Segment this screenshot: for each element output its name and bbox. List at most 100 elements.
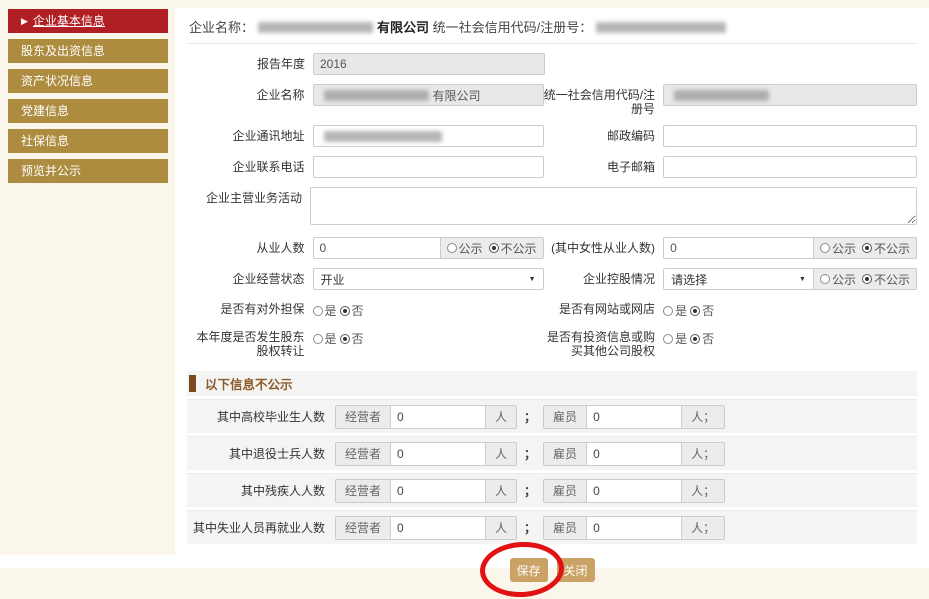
private-section-header: 以下信息不公示 — [187, 371, 917, 396]
no-option[interactable]: 否 — [352, 304, 364, 318]
investment-label: 是否有投资信息或购买其他公司股权 — [544, 329, 664, 358]
separator-text: ； — [524, 519, 536, 536]
sidebar-item-label: 企业基本信息 — [33, 14, 105, 28]
redacted-company-name-value — [324, 90, 429, 101]
page-header: 企业名称：有限公司 统一社会信用代码/注册号： — [187, 8, 917, 44]
yes-radio[interactable] — [313, 334, 323, 344]
publicize-option[interactable]: 公示 — [832, 271, 856, 288]
publicize-radio[interactable] — [820, 243, 830, 253]
operator-count-input[interactable] — [390, 516, 486, 540]
employee-count-input[interactable] — [586, 516, 682, 540]
unit-end-addon: 人； — [682, 516, 725, 540]
employee-count-input[interactable] — [586, 442, 682, 466]
redacted-credit-code-value — [674, 90, 769, 101]
no-option[interactable]: 否 — [702, 304, 714, 318]
not-publicize-option[interactable]: 不公示 — [874, 240, 910, 257]
company-name-input: 有限公司 — [313, 84, 544, 106]
company-name-suffix: 有限公司 — [377, 20, 429, 35]
holding-status-publicity-options: 公示 不公示 — [814, 268, 917, 290]
private-row-reemployed: 其中失业人员再就业人数 经营者 人 ； 雇员 人； — [187, 510, 917, 544]
report-year-label: 报告年度 — [187, 53, 313, 71]
publicize-option[interactable]: 公示 — [832, 240, 856, 257]
no-radio[interactable] — [340, 306, 350, 316]
main-business-label: 企业主营业务活动 — [187, 187, 310, 205]
equity-transfer-label: 本年度是否发生股东股权转让 — [187, 329, 313, 358]
sidebar-item-label: 资产状况信息 — [21, 74, 93, 88]
employee-count-input[interactable] — [313, 237, 441, 259]
yes-option[interactable]: 是 — [675, 304, 687, 318]
sidebar-item-preview-publish[interactable]: 预览并公示 — [8, 159, 168, 183]
main-panel: 企业名称：有限公司 统一社会信用代码/注册号： 报告年度 2016 企业名称 有… — [175, 8, 929, 568]
row-label: 其中高校毕业生人数 — [187, 408, 335, 425]
employee-addon: 雇员 — [543, 405, 586, 429]
credit-code-field-label: 统一社会信用代码/注册号 — [544, 84, 664, 116]
unit-addon: 人 — [486, 479, 517, 503]
business-status-select[interactable]: 开业 ▼ — [313, 268, 544, 290]
sidebar-item-label: 股东及出资信息 — [21, 44, 105, 58]
company-name-suffix-text: 有限公司 — [433, 87, 481, 104]
no-radio[interactable] — [340, 334, 350, 344]
phone-input[interactable] — [313, 156, 544, 178]
redacted-address-value — [324, 131, 442, 142]
redacted-company-name — [258, 22, 373, 33]
email-input[interactable] — [663, 156, 917, 178]
yes-radio[interactable] — [663, 334, 673, 344]
main-business-textarea[interactable] — [310, 187, 917, 225]
yes-option[interactable]: 是 — [325, 332, 337, 346]
employee-count-publicity-options: 公示 不公示 — [441, 237, 544, 259]
not-publicize-radio[interactable] — [862, 274, 872, 284]
chevron-down-icon: ▼ — [799, 276, 806, 283]
employee-count-label: 从业人数 — [187, 237, 313, 255]
sidebar-item-party-building[interactable]: 党建信息 — [8, 99, 168, 123]
operator-addon: 经营者 — [335, 442, 390, 466]
website-label: 是否有网站或网店 — [544, 301, 664, 316]
redacted-credit-code — [596, 22, 726, 33]
address-input[interactable] — [313, 125, 544, 147]
not-publicize-radio[interactable] — [489, 243, 499, 253]
employee-count-input[interactable] — [586, 479, 682, 503]
separator-text: ； — [524, 445, 536, 462]
phone-label: 企业联系电话 — [187, 156, 313, 174]
holding-status-select[interactable]: 请选择 ▼ — [663, 268, 814, 290]
yes-option[interactable]: 是 — [325, 304, 337, 318]
save-button[interactable]: 保存 — [510, 558, 548, 582]
operator-count-input[interactable] — [390, 479, 486, 503]
unit-addon: 人 — [486, 516, 517, 540]
unit-end-addon: 人； — [682, 442, 725, 466]
no-option[interactable]: 否 — [352, 332, 364, 346]
female-count-label: (其中女性从业人数) — [544, 237, 664, 255]
address-label: 企业通讯地址 — [187, 125, 313, 143]
yes-option[interactable]: 是 — [675, 332, 687, 346]
not-publicize-option[interactable]: 不公示 — [874, 271, 910, 288]
yes-radio[interactable] — [313, 306, 323, 316]
sidebar-item-social-security[interactable]: 社保信息 — [8, 129, 168, 153]
female-count-input[interactable] — [663, 237, 814, 259]
email-label: 电子邮箱 — [544, 156, 664, 174]
publicize-option[interactable]: 公示 — [459, 240, 483, 257]
private-section-title: 以下信息不公示 — [205, 374, 293, 393]
close-button[interactable]: 关闭 — [557, 558, 595, 582]
operator-count-input[interactable] — [390, 405, 486, 429]
row-label: 其中残疾人人数 — [187, 482, 335, 499]
sidebar-item-basic-info[interactable]: ▶企业基本信息 — [8, 9, 168, 33]
holding-status-label: 企业控股情况 — [544, 268, 664, 286]
no-option[interactable]: 否 — [702, 332, 714, 346]
sidebar-item-assets[interactable]: 资产状况信息 — [8, 69, 168, 93]
private-row-veterans: 其中退役士兵人数 经营者 人 ； 雇员 人； — [187, 436, 917, 470]
not-publicize-option[interactable]: 不公示 — [501, 240, 537, 257]
postal-code-input[interactable] — [663, 125, 917, 147]
section-bar-icon — [189, 375, 196, 392]
publicize-radio[interactable] — [820, 274, 830, 284]
not-publicize-radio[interactable] — [862, 243, 872, 253]
employee-count-input[interactable] — [586, 405, 682, 429]
no-radio[interactable] — [690, 334, 700, 344]
yes-radio[interactable] — [663, 306, 673, 316]
credit-code-label: 统一社会信用代码/注册号： — [433, 20, 593, 35]
sidebar-item-label: 党建信息 — [21, 104, 69, 118]
holding-status-value: 请选择 — [671, 271, 707, 288]
operator-count-input[interactable] — [390, 442, 486, 466]
publicize-radio[interactable] — [447, 243, 457, 253]
no-radio[interactable] — [690, 306, 700, 316]
chevron-down-icon: ▼ — [529, 276, 536, 283]
sidebar-item-shareholders[interactable]: 股东及出资信息 — [8, 39, 168, 63]
